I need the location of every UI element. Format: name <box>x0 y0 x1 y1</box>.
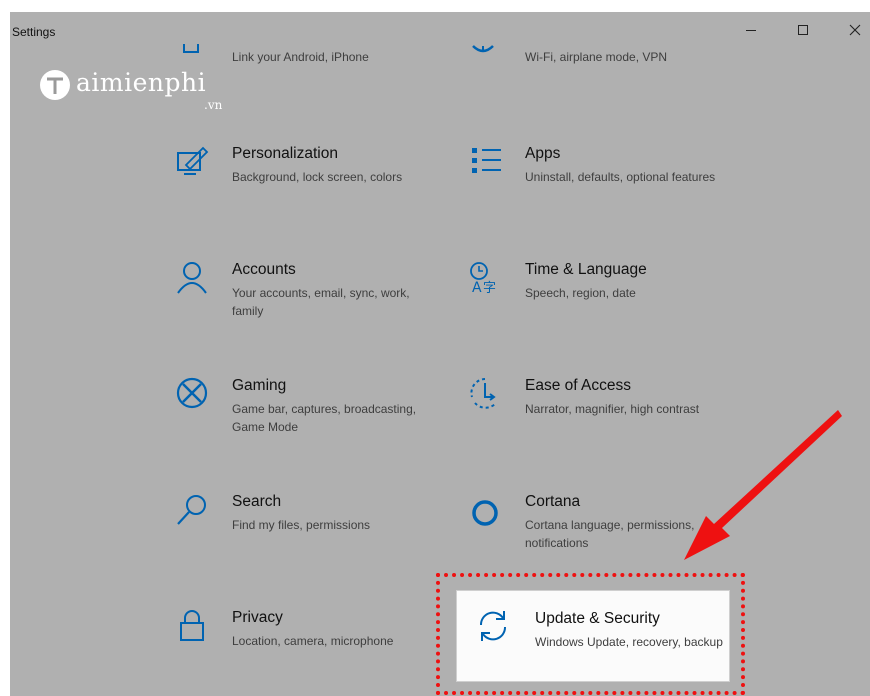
svg-text:A: A <box>472 280 482 296</box>
window-title: Settings <box>12 25 56 39</box>
logo-suffix: .vn <box>204 98 223 112</box>
highlight-frame <box>436 573 745 695</box>
tile-privacy-title: Privacy <box>232 609 283 626</box>
pointer-arrow-icon <box>684 410 842 560</box>
tile-time-language-title: Time & Language <box>525 261 647 278</box>
tile-network[interactable]: Wi-Fi, airplane mode, VPN <box>469 45 739 72</box>
tile-gaming-desc: Game bar, captures, broadcasting, Game M… <box>232 402 417 434</box>
tile-accounts-desc: Your accounts, email, sync, work, family <box>232 286 410 318</box>
logo-mark-icon <box>40 70 70 100</box>
search-icon <box>177 495 206 525</box>
tile-gaming[interactable]: Gaming Game bar, captures, broadcasting,… <box>176 377 446 437</box>
xbox-icon <box>176 377 208 409</box>
tile-network-desc: Wi-Fi, airplane mode, VPN <box>525 50 668 64</box>
personalization-icon <box>177 146 209 175</box>
close-icon <box>849 24 861 36</box>
network-icon <box>472 45 494 53</box>
maximize-button[interactable] <box>780 12 826 48</box>
tile-personalization-desc: Background, lock screen, colors <box>232 170 403 184</box>
person-icon <box>177 262 207 294</box>
time-language-icon: A 字 <box>470 262 496 296</box>
settings-window: Settings Link your Android, iPhone Wi-Fi… <box>10 12 870 696</box>
tile-accounts[interactable]: Accounts Your accounts, email, sync, wor… <box>176 261 446 321</box>
logo-text: aimienphi <box>76 68 207 97</box>
svg-text:字: 字 <box>483 281 496 296</box>
minimize-icon <box>746 30 756 31</box>
tile-ease-of-access-title: Ease of Access <box>525 377 631 394</box>
tile-search-desc: Find my files, permissions <box>232 518 371 532</box>
tile-gaming-title: Gaming <box>232 377 287 394</box>
tile-personalization-title: Personalization <box>232 145 338 162</box>
close-button[interactable] <box>832 12 870 48</box>
ease-of-access-icon <box>470 378 497 409</box>
cortana-icon <box>472 500 498 526</box>
tile-accounts-title: Accounts <box>232 261 296 278</box>
tile-time-language-desc: Speech, region, date <box>525 286 636 300</box>
tile-search[interactable]: Search Find my files, permissions <box>176 493 446 553</box>
tile-apps[interactable]: Apps Uninstall, defaults, optional featu… <box>469 145 739 205</box>
tile-cortana-title: Cortana <box>525 493 581 510</box>
minimize-button[interactable] <box>728 12 774 48</box>
tile-phone-desc: Link your Android, iPhone <box>232 50 369 64</box>
tile-apps-title: Apps <box>525 145 561 162</box>
tile-apps-desc: Uninstall, defaults, optional features <box>525 170 716 184</box>
tile-privacy[interactable]: Privacy Location, camera, microphone <box>176 609 446 669</box>
tile-time-language[interactable]: A 字 Time & Language Speech, region, date <box>469 261 739 321</box>
title-bar: Settings <box>10 12 870 48</box>
tile-search-title: Search <box>232 493 282 510</box>
watermark-logo: aimienphi .vn <box>38 58 258 128</box>
tile-privacy-desc: Location, camera, microphone <box>232 634 394 648</box>
apps-icon <box>472 148 501 173</box>
tile-personalization[interactable]: Personalization Background, lock screen,… <box>176 145 446 205</box>
lock-icon <box>180 610 204 641</box>
maximize-icon <box>798 25 808 35</box>
